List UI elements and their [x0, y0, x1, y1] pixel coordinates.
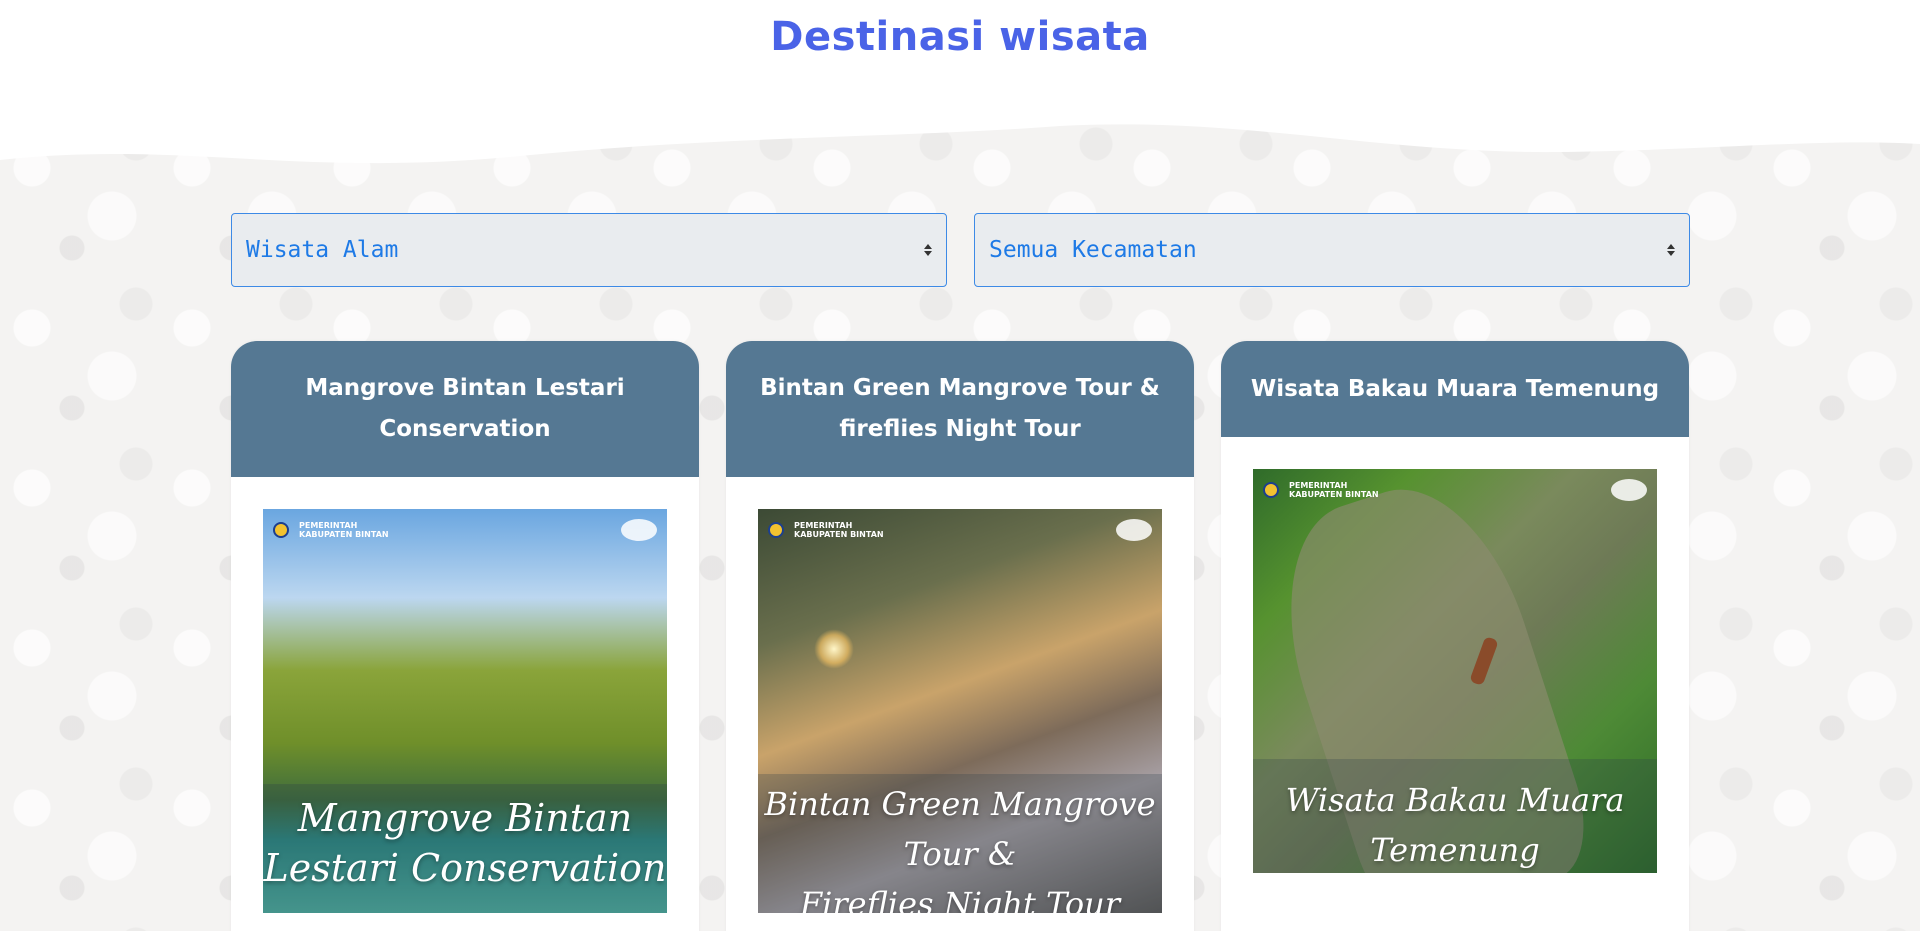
image-caption: Bintan Green Mangrove Tour & Fireflies N…: [758, 779, 1162, 913]
chevron-up-down-icon: [1667, 244, 1675, 256]
brand-logo-icon: [1611, 479, 1647, 501]
category-select-value: Wisata Alam: [246, 237, 399, 263]
org-line1: PEMERINTAH: [794, 521, 853, 530]
org-line1: PEMERINTAH: [299, 521, 358, 530]
destination-card[interactable]: Mangrove Bintan Lestari Conservation PEM…: [231, 341, 699, 931]
image-caption-line1: Mangrove Bintan: [297, 796, 633, 840]
org-line2: KABUPATEN BINTAN: [299, 530, 389, 539]
seal-icon: [768, 522, 784, 538]
card-title[interactable]: Bintan Green Mangrove Tour & fireflies N…: [726, 341, 1194, 477]
category-select[interactable]: Wisata Alam: [231, 213, 947, 287]
image-caption: Wisata Bakau Muara Temenung: [1253, 775, 1657, 873]
org-line2: KABUPATEN BINTAN: [794, 530, 884, 539]
org-line1: PEMERINTAH: [1289, 481, 1348, 490]
image-caption: Mangrove Bintan Lestari Conservation: [263, 793, 667, 893]
page-title: Destinasi wisata: [770, 14, 1150, 60]
card-title[interactable]: Mangrove Bintan Lestari Conservation: [231, 341, 699, 477]
org-line2: KABUPATEN BINTAN: [1289, 490, 1379, 499]
logo-strip: PEMERINTAH KABUPATEN BINTAN: [768, 517, 1152, 543]
image-caption-line2: Fireflies Night Tour: [799, 885, 1121, 913]
destination-image[interactable]: PEMERINTAH KABUPATEN BINTAN Wisata Bakau …: [1253, 469, 1657, 873]
seal-icon: [273, 522, 289, 538]
seal-icon: [1263, 482, 1279, 498]
destination-card[interactable]: Wisata Bakau Muara Temenung PEMERINTAH KA…: [1221, 341, 1689, 931]
brand-logo-icon: [621, 519, 657, 541]
image-caption-line2: Lestari Conservation: [263, 846, 667, 890]
brand-logo-icon: [1116, 519, 1152, 541]
destination-image[interactable]: PEMERINTAH KABUPATEN BINTAN Mangrove Bint…: [263, 509, 667, 913]
sun-glow: [814, 629, 854, 669]
destination-image[interactable]: PEMERINTAH KABUPATEN BINTAN Bintan Green …: [758, 509, 1162, 913]
image-caption-line1: Bintan Green Mangrove Tour &: [764, 785, 1156, 873]
wave-divider: [0, 118, 1920, 164]
chevron-up-down-icon: [924, 244, 932, 256]
logo-strip: PEMERINTAH KABUPATEN BINTAN: [1263, 477, 1647, 503]
destination-card[interactable]: Bintan Green Mangrove Tour & fireflies N…: [726, 341, 1194, 931]
card-title[interactable]: Wisata Bakau Muara Temenung: [1221, 341, 1689, 437]
district-select[interactable]: Semua Kecamatan: [974, 213, 1690, 287]
district-select-value: Semua Kecamatan: [989, 237, 1197, 263]
logo-strip: PEMERINTAH KABUPATEN BINTAN: [273, 517, 657, 543]
image-caption-line1: Wisata Bakau Muara Temenung: [1285, 781, 1625, 869]
